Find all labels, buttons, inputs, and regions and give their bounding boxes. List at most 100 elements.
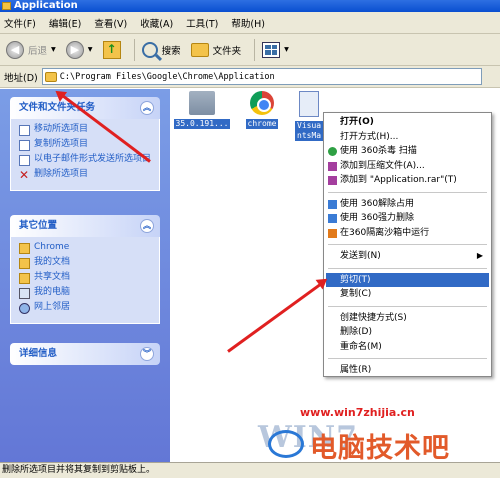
watermark-brand: 电脑技术吧 bbox=[310, 433, 450, 464]
other-places-title: 其它位置 bbox=[19, 220, 58, 231]
menu-rename[interactable]: 重命名(M) bbox=[326, 340, 489, 355]
menu-edit[interactable]: 编辑(E) bbox=[49, 16, 81, 30]
menu-label: 使用 360强力删除 bbox=[340, 213, 415, 223]
menu-360-force-delete[interactable]: 使用 360强力删除 bbox=[326, 211, 489, 226]
forward-arrow-icon: ▶ bbox=[65, 40, 84, 59]
watermark-logo: WIN7 电脑技术吧 bbox=[258, 420, 488, 464]
menu-label: 添加到 "Application.rar"(T) bbox=[340, 175, 457, 185]
file-item[interactable]: 35.0.191... bbox=[172, 91, 232, 129]
other-places-header[interactable]: 其它位置 ︽ bbox=[10, 215, 160, 237]
file-name: Visua ntsMa bbox=[295, 121, 323, 141]
move-icon bbox=[19, 125, 30, 136]
window-title: Application bbox=[14, 0, 78, 11]
chevron-down-icon: ▾ bbox=[284, 44, 289, 55]
task-label: 移动所选项目 bbox=[34, 124, 89, 134]
menu-send-to[interactable]: 发送到(N) ▶ bbox=[326, 249, 489, 264]
address-label: 地址(D) bbox=[4, 72, 38, 84]
forward-button[interactable]: ▶ ▾ bbox=[64, 37, 95, 63]
menu-favorites[interactable]: 收藏(A) bbox=[140, 16, 173, 30]
place-label: 共享文档 bbox=[34, 272, 71, 282]
menu-file[interactable]: 文件(F) bbox=[4, 16, 36, 30]
address-bar: 地址(D) C:\Program Files\Google\Chrome\App… bbox=[0, 66, 500, 88]
folder-icon bbox=[19, 273, 30, 284]
menu-view[interactable]: 查看(V) bbox=[94, 16, 127, 30]
views-button[interactable]: ▾ bbox=[260, 37, 291, 63]
menu-delete[interactable]: 删除(D) bbox=[326, 325, 489, 340]
menu-cut[interactable]: 剪切(T) bbox=[326, 272, 489, 287]
menu-separator bbox=[328, 267, 487, 269]
delete-icon: ✕ bbox=[19, 168, 30, 182]
menu-separator bbox=[328, 305, 487, 307]
details-panel: 详细信息 ︾ bbox=[10, 343, 160, 365]
menu-tools[interactable]: 工具(T) bbox=[186, 16, 218, 30]
place-label: 我的文档 bbox=[34, 257, 71, 267]
menu-add-rar[interactable]: 添加到 "Application.rar"(T) bbox=[326, 173, 489, 188]
collapse-icon[interactable]: ︽ bbox=[140, 101, 154, 115]
logo-ring-icon bbox=[268, 430, 304, 458]
menu-360-unlock[interactable]: 使用 360解除占用 bbox=[326, 197, 489, 212]
place-label: 我的电脑 bbox=[34, 287, 71, 297]
address-input[interactable]: C:\Program Files\Google\Chrome\Applicati… bbox=[41, 68, 482, 85]
toolbar: ◀ 后退 ▾ ▶ ▾ ↑ 搜索 文件夹 ▾ bbox=[0, 34, 500, 66]
collapse-icon[interactable]: ︽ bbox=[140, 219, 154, 233]
menu-360-scan[interactable]: 使用 360杀毒 扫描 bbox=[326, 144, 489, 159]
task-email[interactable]: 以电子邮件形式发送所选项目 bbox=[19, 154, 155, 166]
menu-label: 使用 360解除占用 bbox=[340, 198, 415, 209]
other-places-panel: 其它位置 ︽ Chrome 我的文档 共享文档 我的电脑 网上邻居 bbox=[10, 215, 160, 324]
back-label: 后退 bbox=[28, 45, 48, 57]
place-label: Chrome bbox=[34, 242, 70, 252]
status-bar: 删除所选项目并将其复制到剪贴板上。 bbox=[0, 462, 500, 478]
place-network[interactable]: 网上邻居 bbox=[19, 302, 155, 314]
expand-icon[interactable]: ︾ bbox=[140, 347, 154, 361]
menu-add-archive[interactable]: 添加到压缩文件(A)... bbox=[326, 159, 489, 174]
menu-help[interactable]: 帮助(H) bbox=[231, 16, 265, 30]
task-move[interactable]: 移动所选项目 bbox=[19, 124, 155, 136]
file-item[interactable]: chrome bbox=[232, 91, 292, 129]
title-bar: Application bbox=[0, 0, 500, 12]
folder-icon bbox=[2, 2, 11, 10]
watermark-url: www.win7zhijia.cn bbox=[300, 406, 415, 419]
place-my-documents[interactable]: 我的文档 bbox=[19, 257, 155, 269]
menu-360-sandbox[interactable]: 在360隔离沙箱中运行 bbox=[326, 226, 489, 241]
folder-icon bbox=[19, 243, 30, 254]
network-icon bbox=[19, 303, 30, 314]
place-chrome[interactable]: Chrome bbox=[19, 242, 155, 254]
menu-separator bbox=[328, 244, 487, 245]
details-title: 详细信息 bbox=[19, 348, 58, 359]
place-my-computer[interactable]: 我的电脑 bbox=[19, 287, 155, 299]
menu-properties[interactable]: 属性(R) bbox=[326, 363, 489, 378]
menu-open[interactable]: 打开(O) bbox=[326, 115, 489, 130]
archive-icon bbox=[328, 176, 337, 185]
menu-open-with[interactable]: 打开方式(H)... bbox=[326, 130, 489, 145]
file-name: chrome bbox=[245, 119, 279, 129]
submenu-arrow-icon: ▶ bbox=[476, 251, 483, 260]
search-button[interactable]: 搜索 bbox=[140, 37, 183, 63]
folders-icon bbox=[190, 42, 209, 57]
search-label: 搜索 bbox=[161, 45, 181, 57]
task-label: 删除所选项目 bbox=[34, 169, 89, 179]
exe-icon bbox=[299, 91, 319, 117]
file-item[interactable]: Visua ntsMa bbox=[294, 91, 324, 141]
archive-icon bbox=[328, 161, 337, 171]
menu-create-shortcut[interactable]: 创建快捷方式(S) bbox=[326, 311, 489, 326]
task-pane: 文件和文件夹任务 ︽ 移动所选项目 复制所选项目 以电子邮件形式发送所选项目 ✕… bbox=[0, 89, 170, 462]
folders-button[interactable]: 文件夹 bbox=[189, 37, 244, 63]
folders-label: 文件夹 bbox=[212, 45, 242, 57]
task-label: 以电子邮件形式发送所选项目 bbox=[34, 154, 152, 164]
task-label: 复制所选项目 bbox=[34, 139, 89, 149]
task-delete[interactable]: ✕ 删除所选项目 bbox=[19, 169, 155, 181]
details-header[interactable]: 详细信息 ︾ bbox=[10, 343, 160, 365]
file-tasks-header[interactable]: 文件和文件夹任务 ︽ bbox=[10, 97, 160, 119]
menu-copy[interactable]: 复制(C) bbox=[326, 287, 489, 302]
shield-icon bbox=[328, 147, 337, 156]
trash-icon bbox=[328, 214, 337, 223]
place-label: 网上邻居 bbox=[34, 302, 71, 312]
menu-label: 发送到(N) bbox=[340, 251, 381, 261]
up-button[interactable]: ↑ bbox=[101, 37, 123, 63]
back-button[interactable]: ◀ 后退 ▾ bbox=[4, 37, 58, 63]
place-shared-documents[interactable]: 共享文档 bbox=[19, 272, 155, 284]
address-path: C:\Program Files\Google\Chrome\Applicati… bbox=[59, 71, 275, 82]
chevron-down-icon: ▾ bbox=[51, 44, 56, 55]
toolbar-divider bbox=[254, 38, 256, 61]
folder-icon bbox=[44, 71, 57, 82]
